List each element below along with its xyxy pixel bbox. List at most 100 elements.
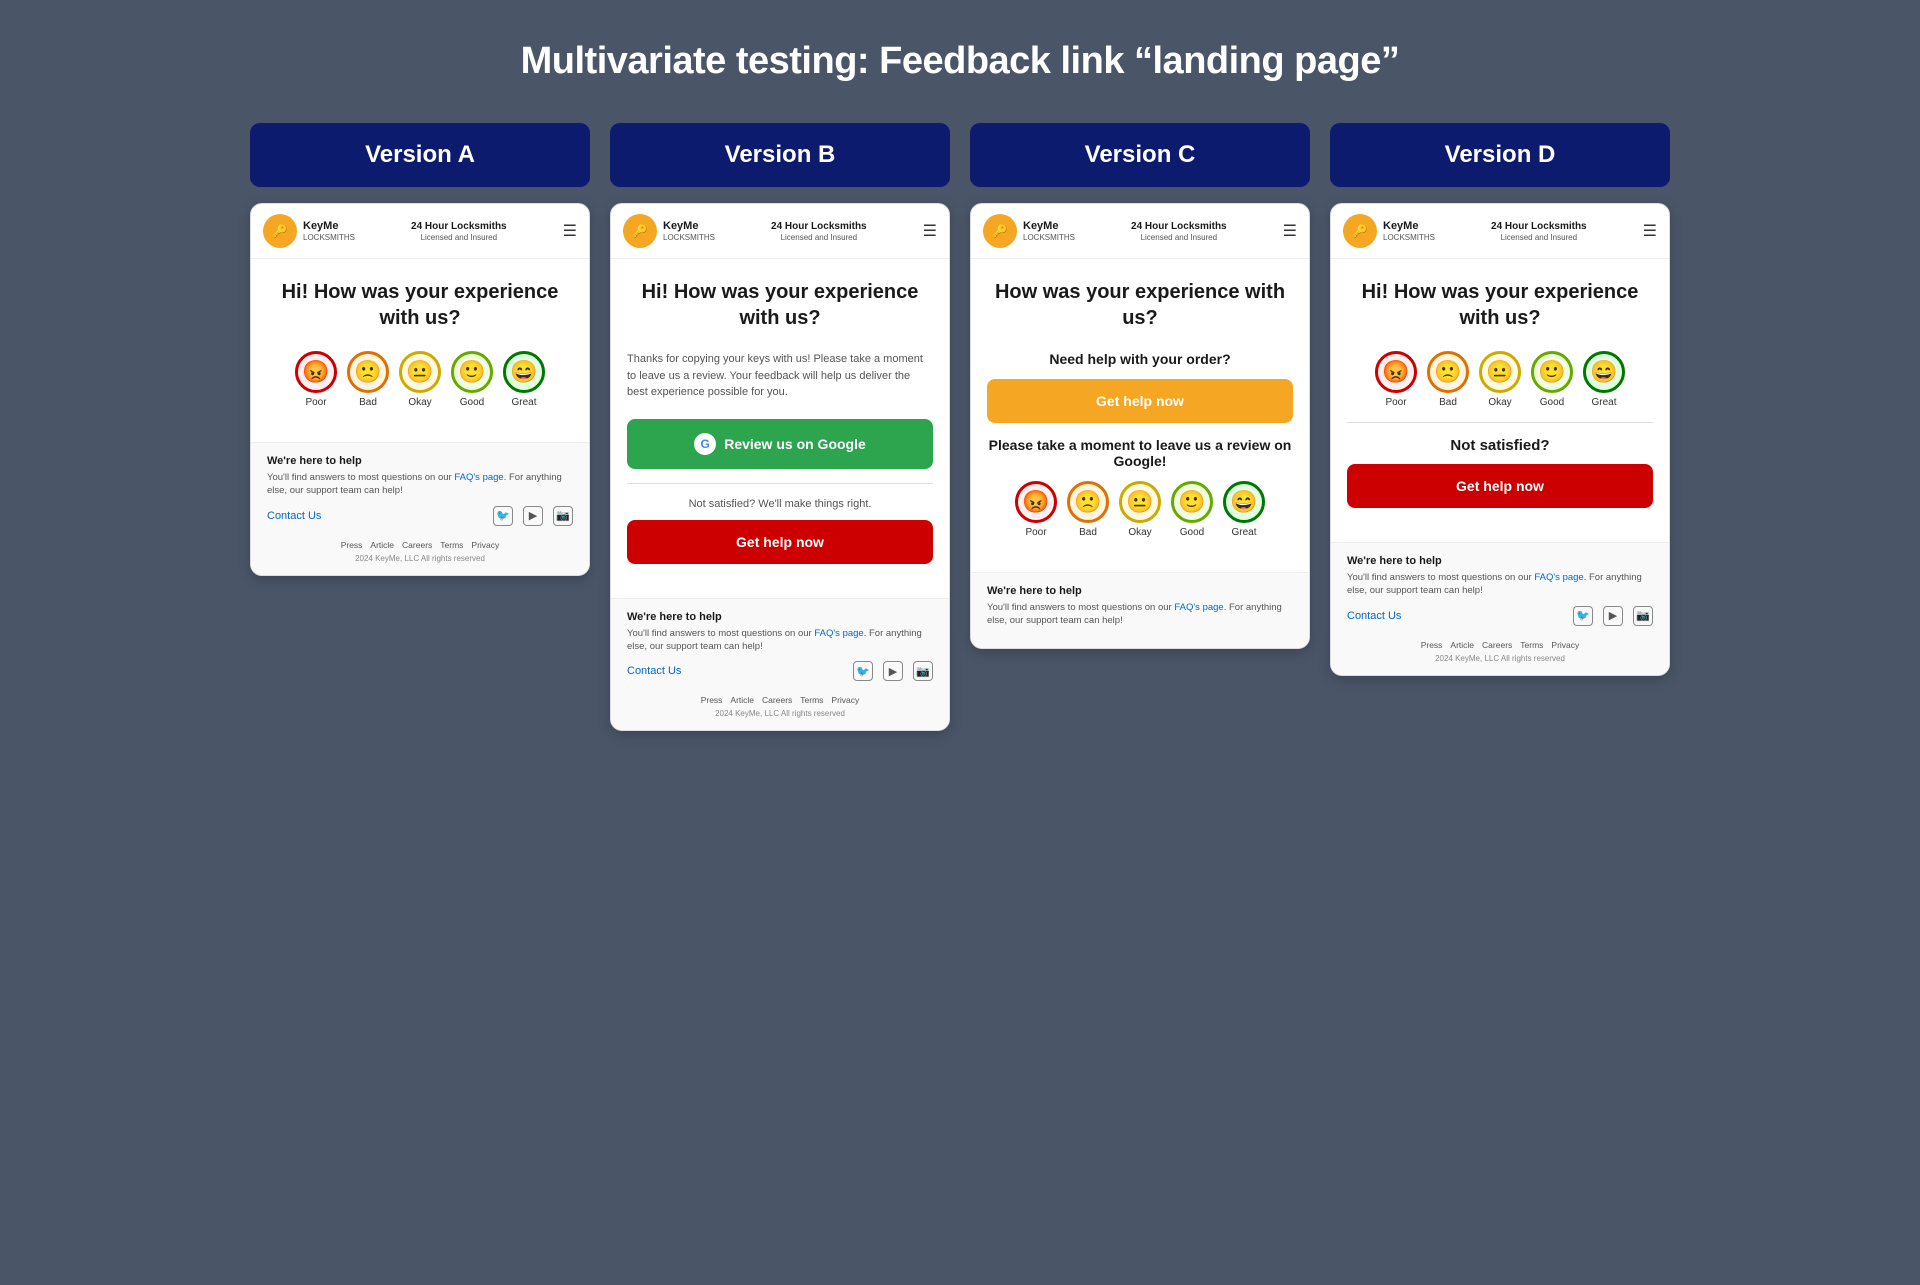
logo-sub-d: LOCKSMITHS xyxy=(1383,233,1435,242)
emoji-label-bad-d: Bad xyxy=(1439,397,1457,408)
help-btn-d[interactable]: Get help now xyxy=(1347,464,1653,508)
twitter-icon-b[interactable]: 🐦 xyxy=(853,661,873,681)
footer-press-b[interactable]: Press xyxy=(701,695,723,705)
instagram-icon-d[interactable]: 📷 xyxy=(1633,606,1653,626)
footer-links-b: Press Article Careers Terms Privacy xyxy=(627,695,933,705)
footer-terms-a[interactable]: Terms xyxy=(440,540,463,550)
footer-privacy-a[interactable]: Privacy xyxy=(471,540,499,550)
emoji-great-d[interactable]: 😄 Great xyxy=(1583,351,1625,408)
help-btn-b[interactable]: Get help now xyxy=(627,520,933,564)
instagram-icon-a[interactable]: 📷 xyxy=(553,506,573,526)
emoji-face-okay-c: 😐 xyxy=(1119,481,1161,523)
footer-text-a: You'll find answers to most questions on… xyxy=(267,472,454,483)
emoji-label-great-c: Great xyxy=(1231,527,1256,538)
phone-nav-d: 🔑 KeyMe LOCKSMITHS 24 Hour Locksmiths Li… xyxy=(1331,204,1669,259)
footer-help-text-c: You'll find answers to most questions on… xyxy=(987,601,1293,628)
logo-name-a: KeyMe xyxy=(303,220,355,233)
instagram-icon-b[interactable]: 📷 xyxy=(913,661,933,681)
emoji-bad-d[interactable]: 🙁 Bad xyxy=(1427,351,1469,408)
emoji-face-okay-a: 😐 xyxy=(399,351,441,393)
hamburger-a[interactable]: ☰ xyxy=(563,221,577,241)
logo-d: 🔑 KeyMe LOCKSMITHS xyxy=(1343,214,1435,248)
main-question-b: Hi! How was your experience with us? xyxy=(627,279,933,331)
emoji-okay-d[interactable]: 😐 Okay xyxy=(1479,351,1521,408)
footer-privacy-d[interactable]: Privacy xyxy=(1551,640,1579,650)
emoji-poor-a[interactable]: 😡 Poor xyxy=(295,351,337,408)
google-icon-b: G xyxy=(694,433,716,455)
faq-link-d[interactable]: FAQ's page xyxy=(1534,572,1583,583)
footer-privacy-b[interactable]: Privacy xyxy=(831,695,859,705)
faq-link-c[interactable]: FAQ's page xyxy=(1174,602,1223,613)
emoji-label-okay-a: Okay xyxy=(408,397,431,408)
footer-terms-b[interactable]: Terms xyxy=(800,695,823,705)
footer-help-text-d: You'll find answers to most questions on… xyxy=(1347,571,1653,598)
logo-b: 🔑 KeyMe LOCKSMITHS xyxy=(623,214,715,248)
emoji-face-okay-d: 😐 xyxy=(1479,351,1521,393)
footer-careers-d[interactable]: Careers xyxy=(1482,640,1512,650)
emoji-label-poor-d: Poor xyxy=(1385,397,1406,408)
youtube-icon-b[interactable]: ▶ xyxy=(883,661,903,681)
emoji-face-good-a: 🙂 xyxy=(451,351,493,393)
emoji-bad-c[interactable]: 🙁 Bad xyxy=(1067,481,1109,538)
not-satisfied-b: Not satisfied? We'll make things right. xyxy=(627,498,933,510)
page-title: Multivariate testing: Feedback link “lan… xyxy=(30,40,1890,83)
footer-careers-a[interactable]: Careers xyxy=(402,540,432,550)
footer-press-d[interactable]: Press xyxy=(1421,640,1443,650)
footer-text-c: You'll find answers to most questions on… xyxy=(987,602,1174,613)
emoji-bad-a[interactable]: 🙁 Bad xyxy=(347,351,389,408)
emoji-good-a[interactable]: 🙂 Good xyxy=(451,351,493,408)
version-d-header: Version D xyxy=(1330,123,1670,187)
emoji-good-c[interactable]: 🙂 Good xyxy=(1171,481,1213,538)
divider-d xyxy=(1347,422,1653,423)
emoji-great-a[interactable]: 😄 Great xyxy=(503,351,545,408)
footer-text-d: You'll find answers to most questions on… xyxy=(1347,572,1534,583)
footer-careers-b[interactable]: Careers xyxy=(762,695,792,705)
footer-contact-a[interactable]: Contact Us xyxy=(267,510,321,522)
footer-terms-d[interactable]: Terms xyxy=(1520,640,1543,650)
version-b-footer: We're here to help You'll find answers t… xyxy=(611,598,949,731)
not-satisfied-d: Not satisfied? xyxy=(1347,437,1653,454)
footer-contact-d[interactable]: Contact Us xyxy=(1347,610,1401,622)
youtube-icon-d[interactable]: ▶ xyxy=(1603,606,1623,626)
footer-article-b[interactable]: Article xyxy=(730,695,754,705)
footer-help-title-c: We're here to help xyxy=(987,585,1293,597)
google-btn-label-b: Review us on Google xyxy=(724,436,866,452)
emoji-label-great-d: Great xyxy=(1591,397,1616,408)
emoji-poor-c[interactable]: 😡 Poor xyxy=(1015,481,1057,538)
version-c-mockup: 🔑 KeyMe LOCKSMITHS 24 Hour Locksmiths Li… xyxy=(970,203,1310,649)
emoji-great-c[interactable]: 😄 Great xyxy=(1223,481,1265,538)
footer-links-a: Press Article Careers Terms Privacy xyxy=(267,540,573,550)
version-d-mockup: 🔑 KeyMe LOCKSMITHS 24 Hour Locksmiths Li… xyxy=(1330,203,1670,676)
emoji-okay-c[interactable]: 😐 Okay xyxy=(1119,481,1161,538)
footer-article-d[interactable]: Article xyxy=(1450,640,1474,650)
hamburger-d[interactable]: ☰ xyxy=(1643,221,1657,241)
logo-a: 🔑 KeyMe LOCKSMITHS xyxy=(263,214,355,248)
divider-b xyxy=(627,483,933,484)
faq-link-a[interactable]: FAQ's page xyxy=(454,472,503,483)
hamburger-b[interactable]: ☰ xyxy=(923,221,937,241)
footer-social-a: 🐦 ▶ 📷 xyxy=(493,506,573,526)
logo-name-b: KeyMe xyxy=(663,220,715,233)
youtube-icon-a[interactable]: ▶ xyxy=(523,506,543,526)
emoji-label-bad-a: Bad xyxy=(359,397,377,408)
nav-sub-c: Licensed and Insured xyxy=(1131,233,1227,242)
emoji-face-good-c: 🙂 xyxy=(1171,481,1213,523)
footer-press-a[interactable]: Press xyxy=(341,540,363,550)
footer-contact-b[interactable]: Contact Us xyxy=(627,665,681,677)
version-b-mockup: 🔑 KeyMe LOCKSMITHS 24 Hour Locksmiths Li… xyxy=(610,203,950,731)
faq-link-b[interactable]: FAQ's page xyxy=(814,628,863,639)
google-review-btn-b[interactable]: G Review us on Google xyxy=(627,419,933,469)
logo-icon-b: 🔑 xyxy=(623,214,657,248)
version-a-header: Version A xyxy=(250,123,590,187)
emoji-okay-a[interactable]: 😐 Okay xyxy=(399,351,441,408)
version-c-column: Version C 🔑 KeyMe LOCKSMITHS 24 Hour Loc… xyxy=(970,123,1310,649)
footer-contact-social-b: Contact Us 🐦 ▶ 📷 xyxy=(627,661,933,689)
hamburger-c[interactable]: ☰ xyxy=(1283,221,1297,241)
twitter-icon-d[interactable]: 🐦 xyxy=(1573,606,1593,626)
help-btn-yellow-c[interactable]: Get help now xyxy=(987,379,1293,423)
twitter-icon-a[interactable]: 🐦 xyxy=(493,506,513,526)
versions-container: Version A 🔑 KeyMe LOCKSMITHS 24 Hour Loc… xyxy=(30,123,1890,731)
footer-article-a[interactable]: Article xyxy=(370,540,394,550)
emoji-good-d[interactable]: 🙂 Good xyxy=(1531,351,1573,408)
emoji-poor-d[interactable]: 😡 Poor xyxy=(1375,351,1417,408)
